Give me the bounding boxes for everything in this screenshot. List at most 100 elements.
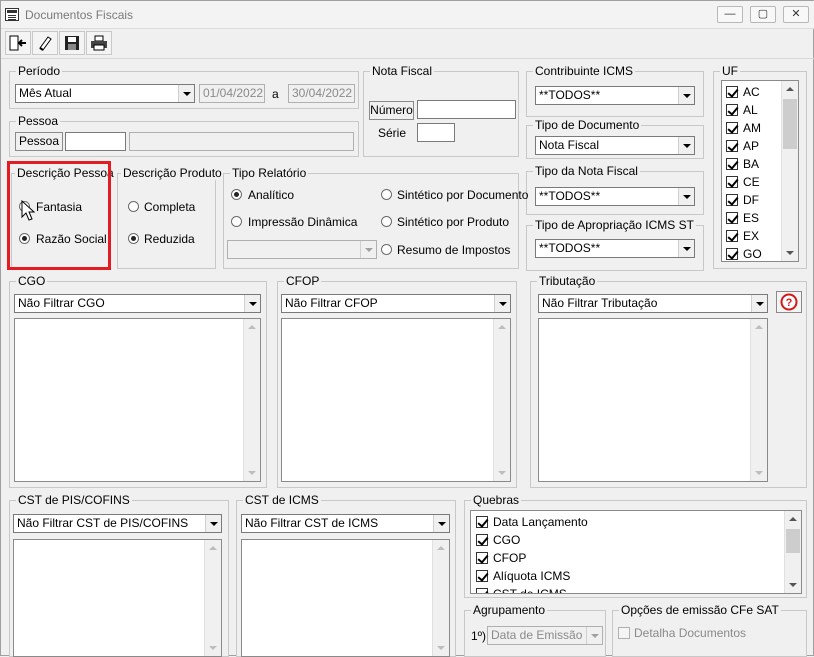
analitico-radio[interactable] bbox=[231, 189, 242, 200]
quebras-checkbox[interactable] bbox=[476, 570, 488, 582]
uf-item[interactable]: GO bbox=[726, 246, 782, 261]
quebras-checkbox[interactable] bbox=[476, 588, 488, 593]
uf-item[interactable]: DF bbox=[726, 192, 782, 208]
close-button[interactable]: ✕ bbox=[783, 6, 809, 23]
contribuinte-icms-label: Contribuinte ICMS bbox=[533, 64, 636, 78]
chevron-down-icon bbox=[360, 241, 376, 258]
opcoes-cfe-label: Opções de emissão CFe SAT bbox=[619, 603, 781, 617]
date-from-field[interactable]: 01/04/2022 bbox=[199, 84, 265, 103]
uf-checkbox[interactable] bbox=[726, 86, 738, 98]
tipo-nota-fiscal-select[interactable]: **TODOS** bbox=[535, 187, 695, 206]
uf-item[interactable]: AM bbox=[726, 120, 782, 136]
save-button[interactable] bbox=[59, 31, 85, 55]
uf-item[interactable]: EX bbox=[726, 228, 782, 244]
impressao-dinamica-radio[interactable] bbox=[231, 216, 242, 227]
completa-label[interactable]: Completa bbox=[144, 200, 195, 214]
quebras-scrollbar[interactable] bbox=[784, 511, 801, 593]
uf-checkbox[interactable] bbox=[726, 194, 738, 206]
quebras-item-label: CGO bbox=[493, 533, 521, 547]
cst-pis-select[interactable]: Não Filtrar CST de PIS/COFINS bbox=[13, 514, 222, 533]
quebras-item[interactable]: Data Lançamento bbox=[476, 514, 776, 530]
help-button[interactable]: ? bbox=[776, 291, 802, 313]
maximize-button[interactable]: ▢ bbox=[750, 6, 776, 23]
numero-field[interactable] bbox=[417, 100, 516, 119]
title-bar: Documentos Fiscais — ▢ ✕ bbox=[1, 1, 814, 29]
scroll-down-icon[interactable] bbox=[782, 245, 798, 261]
chevron-down-icon bbox=[205, 515, 221, 532]
serie-field[interactable] bbox=[417, 123, 455, 142]
cgo-select[interactable]: Não Filtrar CGO bbox=[14, 294, 261, 313]
reduzida-label[interactable]: Reduzida bbox=[144, 232, 195, 246]
sintetico-documento-label[interactable]: Sintético por Documento bbox=[397, 188, 528, 202]
sintetico-produto-label[interactable]: Sintético por Produto bbox=[397, 215, 509, 229]
uf-checkbox[interactable] bbox=[726, 104, 738, 116]
tipo-apropriacao-select[interactable]: **TODOS** bbox=[535, 239, 695, 258]
quebras-checkbox[interactable] bbox=[476, 552, 488, 564]
uf-checkbox[interactable] bbox=[726, 140, 738, 152]
impressao-dinamica-label[interactable]: Impressão Dinâmica bbox=[248, 215, 357, 229]
cgo-list[interactable] bbox=[14, 318, 261, 482]
agrupamento-label: Agrupamento bbox=[471, 603, 548, 617]
tributacao-list[interactable] bbox=[538, 318, 768, 482]
contribuinte-icms-select[interactable]: **TODOS** bbox=[535, 86, 695, 105]
uf-item[interactable]: AL bbox=[726, 102, 782, 118]
uf-item[interactable]: BA bbox=[726, 156, 782, 172]
clear-button[interactable] bbox=[32, 31, 58, 55]
tributacao-label: Tributação bbox=[537, 274, 598, 288]
analitico-label[interactable]: Analítico bbox=[248, 188, 294, 202]
cst-pis-list[interactable] bbox=[13, 539, 222, 657]
resumo-impostos-radio[interactable] bbox=[381, 244, 392, 255]
scroll-up-icon[interactable] bbox=[782, 81, 798, 97]
exit-button[interactable] bbox=[5, 31, 31, 55]
sintetico-documento-radio[interactable] bbox=[381, 189, 392, 200]
uf-checkbox[interactable] bbox=[726, 122, 738, 134]
scroll-thumb[interactable] bbox=[786, 529, 800, 553]
numero-button[interactable]: Número bbox=[369, 101, 414, 120]
uf-item[interactable]: AC bbox=[726, 84, 782, 100]
uf-item-label: AP bbox=[743, 139, 760, 153]
sintetico-produto-radio[interactable] bbox=[381, 216, 392, 227]
pessoa-button[interactable]: Pessoa bbox=[15, 132, 63, 151]
uf-item[interactable]: ES bbox=[726, 210, 782, 226]
uf-checkbox[interactable] bbox=[726, 248, 738, 260]
scroll-down-icon bbox=[433, 640, 449, 656]
uf-list[interactable]: AC AL AM AP BA CE DF ES EX GO bbox=[721, 80, 799, 262]
reduzida-radio[interactable] bbox=[128, 233, 139, 244]
cst-icms-select[interactable]: Não Filtrar CST de ICMS bbox=[241, 514, 450, 533]
quebras-item[interactable]: CST de ICMS bbox=[476, 586, 776, 593]
pessoa-code-field[interactable] bbox=[65, 132, 126, 151]
minimize-button[interactable]: — bbox=[717, 6, 743, 23]
scroll-up-icon[interactable] bbox=[785, 511, 801, 527]
tipo-documento-select[interactable]: Nota Fiscal bbox=[535, 136, 695, 155]
resumo-impostos-label[interactable]: Resumo de Impostos bbox=[397, 243, 510, 257]
quebras-item[interactable]: CGO bbox=[476, 532, 776, 548]
completa-radio[interactable] bbox=[128, 201, 139, 212]
quebras-checkbox[interactable] bbox=[476, 516, 488, 528]
scroll-up-icon bbox=[494, 319, 510, 335]
uf-item[interactable]: AP bbox=[726, 138, 782, 154]
uf-checkbox[interactable] bbox=[726, 230, 738, 242]
scroll-thumb[interactable] bbox=[783, 99, 797, 149]
scroll-down-icon[interactable] bbox=[785, 577, 801, 593]
cst-pis-label: CST de PIS/COFINS bbox=[16, 493, 132, 507]
uf-checkbox[interactable] bbox=[726, 158, 738, 170]
cfop-list[interactable] bbox=[281, 318, 511, 482]
quebras-list[interactable]: Data Lançamento CGO CFOP Alíquota ICMS CST d… bbox=[470, 510, 802, 594]
uf-item[interactable]: CE bbox=[726, 174, 782, 190]
cst-pis-value: Não Filtrar CST de PIS/COFINS bbox=[17, 516, 189, 530]
quebras-checkbox[interactable] bbox=[476, 534, 488, 546]
print-button[interactable] bbox=[86, 31, 112, 55]
tipo-nota-fiscal-value: **TODOS** bbox=[539, 189, 601, 203]
uf-checkbox[interactable] bbox=[726, 176, 738, 188]
tipo-documento-value: Nota Fiscal bbox=[539, 138, 600, 152]
uf-checkbox[interactable] bbox=[726, 212, 738, 224]
periodo-select[interactable]: Mês Atual bbox=[15, 84, 195, 103]
quebras-item[interactable]: CFOP bbox=[476, 550, 776, 566]
cst-icms-list[interactable] bbox=[241, 539, 450, 657]
quebras-item[interactable]: Alíquota ICMS bbox=[476, 568, 776, 584]
date-to-field[interactable]: 30/04/2022 bbox=[288, 84, 355, 103]
cfop-select[interactable]: Não Filtrar CFOP bbox=[281, 294, 511, 313]
uf-scrollbar[interactable] bbox=[781, 81, 798, 261]
uf-item-label: DF bbox=[743, 193, 759, 207]
tributacao-select[interactable]: Não Filtrar Tributação bbox=[538, 294, 768, 313]
